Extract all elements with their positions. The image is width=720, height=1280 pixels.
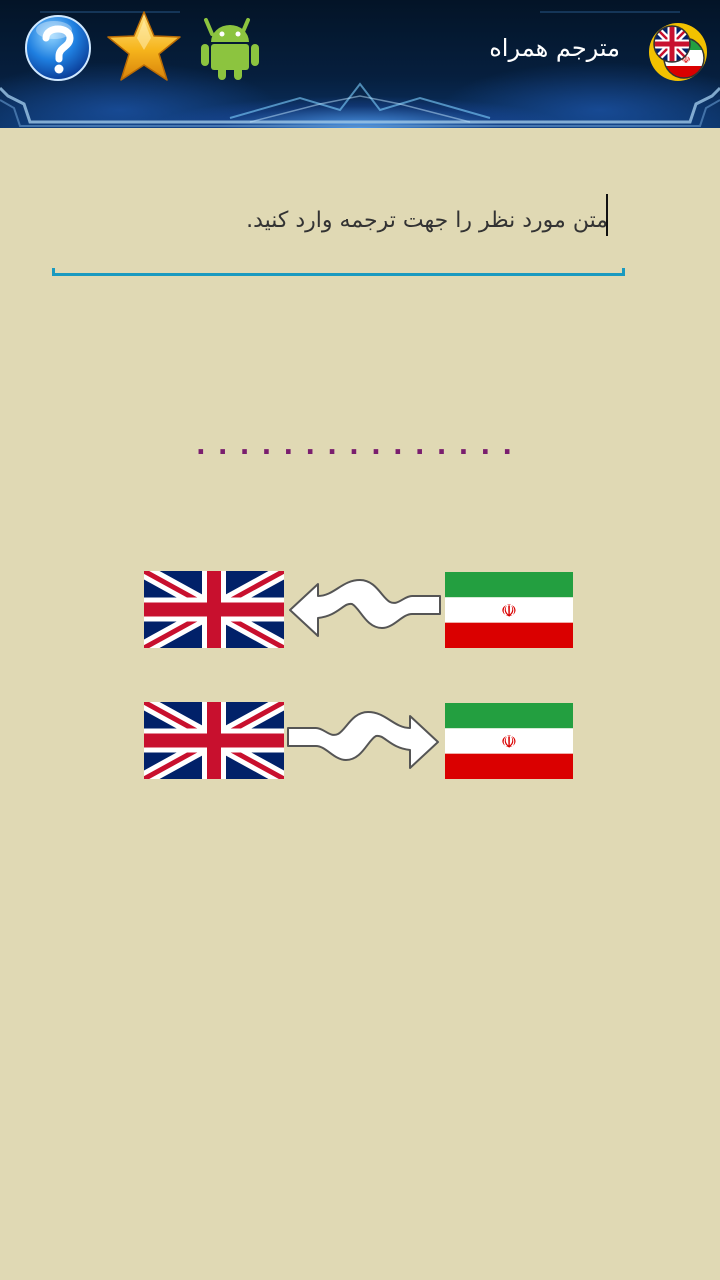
iran-flag-icon: ☫ xyxy=(445,703,573,779)
iran-flag-icon: ☫ xyxy=(445,572,573,648)
help-icon[interactable] xyxy=(24,14,92,82)
arrow-right-icon xyxy=(287,711,439,769)
app-header: مترجم همراه ☫ xyxy=(0,0,720,128)
text-input-container xyxy=(52,180,624,275)
android-icon[interactable] xyxy=(198,14,262,82)
uk-flag-icon xyxy=(144,571,284,648)
app-logo-icon: ☫ xyxy=(649,23,707,81)
svg-text:☫: ☫ xyxy=(501,732,517,753)
star-icon[interactable] xyxy=(106,10,182,84)
uk-flag-icon xyxy=(144,702,284,779)
text-cursor xyxy=(606,194,608,236)
arrow-left-icon xyxy=(289,579,441,637)
app-title: مترجم همراه xyxy=(489,34,620,62)
svg-text:☫: ☫ xyxy=(501,601,517,622)
input-underline xyxy=(52,268,625,276)
translation-result: ............... xyxy=(195,431,525,461)
source-text-input[interactable] xyxy=(52,180,624,260)
